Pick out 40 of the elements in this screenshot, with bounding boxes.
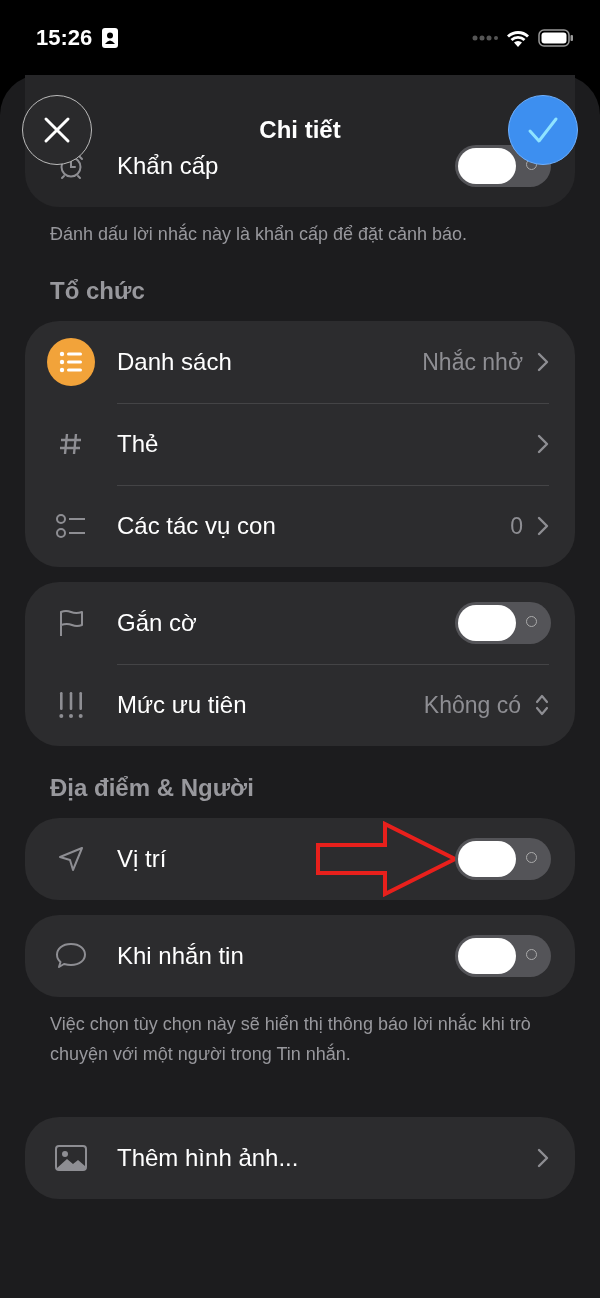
section-heading: Địa điểm & Người (49, 773, 255, 803)
toggle-switch[interactable] (455, 838, 551, 880)
image-icon (55, 1145, 87, 1171)
row-label: Gắn cờ (117, 609, 197, 637)
toggle-switch[interactable] (455, 602, 551, 644)
row-label: Các tác vụ con (117, 512, 276, 540)
section-heading: Tổ chức (49, 276, 146, 306)
contact-card-icon (102, 27, 119, 48)
checklist-icon (55, 512, 87, 540)
battery-icon (538, 28, 574, 47)
signal-icon (472, 34, 498, 41)
row-label: Thêm hình ảnh... (117, 1144, 299, 1172)
close-icon (42, 115, 72, 145)
checkmark-icon (527, 116, 559, 144)
footnote: Việc chọn tùy chọn này sẽ hiển thị thông báo lời nhắc khi trò chuyện với một người trong Tin nhắn. (49, 1012, 532, 1066)
chevron-right-icon[interactable] (537, 352, 549, 372)
chevron-right-icon[interactable] (537, 434, 549, 454)
row-value: Nhắc nhở (422, 348, 523, 376)
sheet-title: Chi tiết (259, 116, 341, 144)
row-value: Không có (423, 691, 521, 719)
status-time: 15:26 (36, 24, 93, 51)
toggle-switch[interactable] (455, 935, 551, 977)
exclamation-marks-icon (58, 691, 84, 719)
row-label: Danh sách (117, 348, 232, 376)
chevron-right-icon[interactable] (537, 1148, 549, 1168)
hashtag-icon (59, 432, 83, 456)
up-down-chevron-icon[interactable] (535, 694, 549, 716)
row-label: Vị trí (117, 845, 167, 873)
location-arrow-icon (58, 846, 84, 872)
list-icon (47, 338, 95, 386)
footnote: Đánh dấu lời nhắc này là khẩn cấp để đặt cảnh báo. (49, 222, 469, 246)
row-label: Khi nhắn tin (117, 942, 244, 970)
speech-bubble-icon (55, 942, 87, 970)
row-label: Khẩn cấp (117, 152, 219, 180)
row-label: Thẻ (117, 430, 159, 458)
chevron-right-icon[interactable] (537, 516, 549, 536)
row-label: Mức ưu tiên (117, 691, 247, 719)
wifi-icon (506, 28, 530, 47)
flag-icon (58, 609, 84, 637)
row-value: 0 (510, 512, 523, 540)
